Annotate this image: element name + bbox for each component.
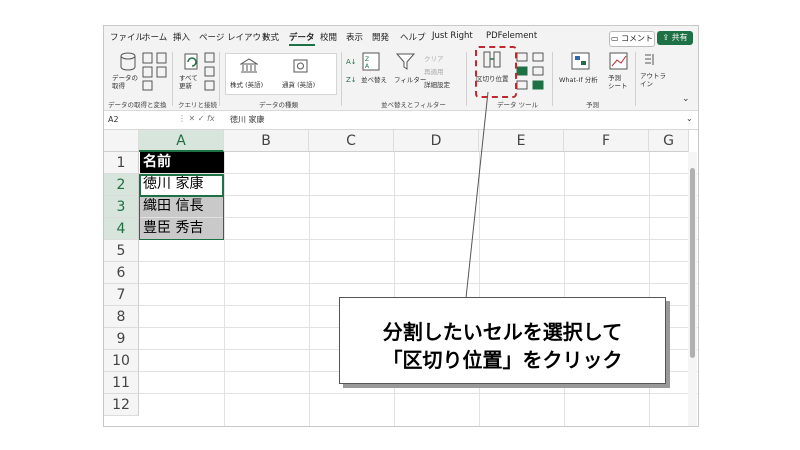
callout-line-2: 「区切り位置」をクリック xyxy=(382,348,623,372)
instruction-callout: 分割したいセルを選択して 「区切り位置」をクリック xyxy=(339,297,666,384)
callout-line-1: 分割したいセルを選択して xyxy=(382,320,623,344)
